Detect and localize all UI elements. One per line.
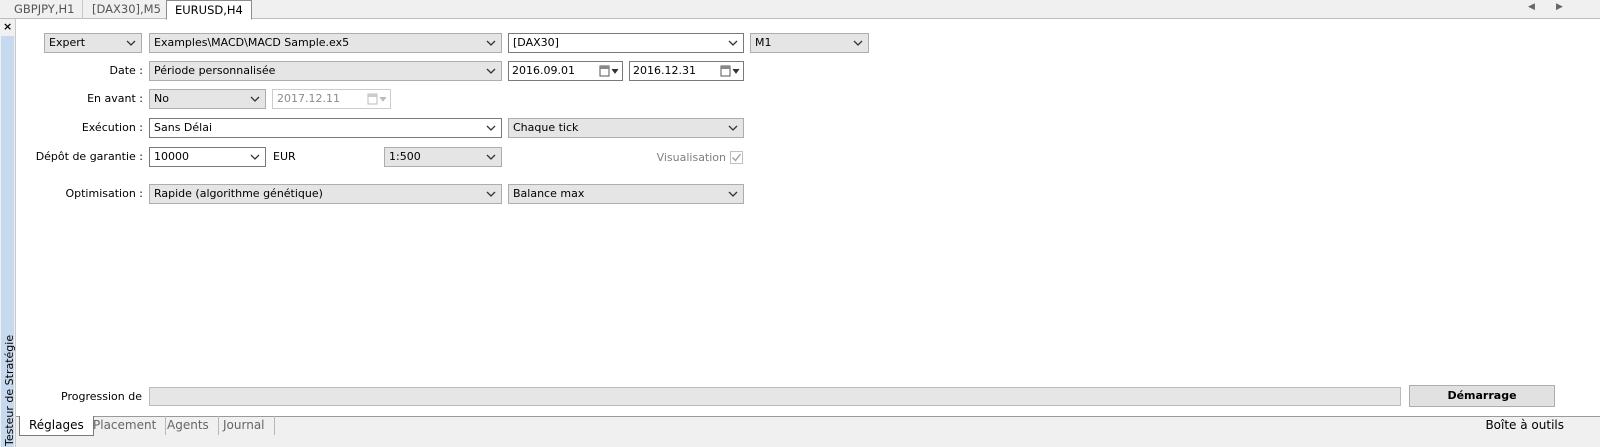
forward-date-field: 2017.12.11 xyxy=(272,89,391,109)
date-period-value: Période personnalisée xyxy=(154,64,276,77)
scroll-left-icon[interactable]: ◀ xyxy=(1528,2,1535,12)
optimisation-method-value: Rapide (algorithme génétique) xyxy=(154,187,323,200)
deposit-amount-select[interactable]: 10000 xyxy=(149,147,266,167)
deposit-amount-value: 10000 xyxy=(154,150,189,163)
tab-journal[interactable]: Journal xyxy=(214,416,275,435)
chart-tab-gbpjpy[interactable]: GBPJPY,H1 xyxy=(6,0,84,19)
chevron-down-icon xyxy=(126,40,136,46)
symbol-value: [DAX30] xyxy=(513,36,559,49)
chart-tab-eurusd[interactable]: EURUSD,H4 xyxy=(166,0,252,20)
tick-model-select[interactable]: Chaque tick xyxy=(508,118,744,138)
panel-title: Testeur de Stratégie xyxy=(3,334,16,446)
calendar-icon[interactable] xyxy=(720,65,740,77)
close-icon[interactable]: × xyxy=(3,21,12,32)
leverage-value: 1:500 xyxy=(389,150,421,163)
calendar-icon xyxy=(367,93,387,105)
chevron-down-icon xyxy=(250,154,260,160)
checkmark-icon xyxy=(732,153,742,162)
optimisation-criterion-value: Balance max xyxy=(513,187,585,200)
date-to-field[interactable]: 2016.12.31 xyxy=(629,61,744,81)
scroll-right-icon[interactable]: ▶ xyxy=(1556,2,1563,12)
progress-label: Progression de xyxy=(61,390,142,403)
program-type-select[interactable]: Expert xyxy=(44,33,142,53)
side-panel-strip: × Testeur de Stratégie xyxy=(0,19,16,447)
optimisation-criterion-select[interactable]: Balance max xyxy=(508,184,744,204)
date-period-select[interactable]: Période personnalisée xyxy=(149,61,502,81)
forward-select[interactable]: No xyxy=(149,89,266,109)
forward-date-value: 2017.12.11 xyxy=(277,92,340,105)
progress-bar xyxy=(149,387,1401,406)
program-type-value: Expert xyxy=(49,36,86,49)
chart-tab-dax30[interactable]: [DAX30],M5 xyxy=(84,0,170,19)
chevron-down-icon xyxy=(728,125,738,131)
chevron-down-icon xyxy=(486,68,496,74)
visualisation-checkbox[interactable] xyxy=(730,151,743,164)
visualisation-label: Visualisation xyxy=(656,151,726,164)
calendar-icon[interactable] xyxy=(599,65,619,77)
timeframe-select[interactable]: M1 xyxy=(750,33,869,53)
expert-value: Examples\MACD\MACD Sample.ex5 xyxy=(154,36,350,49)
optimisation-label: Optimisation : xyxy=(65,187,143,200)
tab-settings[interactable]: Réglages xyxy=(19,416,94,436)
date-label: Date : xyxy=(109,64,144,77)
execution-delay-value: Sans Délai xyxy=(154,121,213,134)
chevron-down-icon xyxy=(486,40,496,46)
timeframe-value: M1 xyxy=(755,36,772,49)
leverage-select[interactable]: 1:500 xyxy=(384,147,502,167)
date-from-field[interactable]: 2016.09.01 xyxy=(508,61,623,81)
deposit-label: Dépôt de garantie : xyxy=(35,150,143,163)
symbol-select[interactable]: [DAX30] xyxy=(508,33,744,53)
date-to-value: 2016.12.31 xyxy=(633,64,696,77)
execution-label: Exécution : xyxy=(81,121,143,134)
date-from-value: 2016.09.01 xyxy=(512,64,575,77)
chevron-down-icon xyxy=(250,96,260,102)
expert-select[interactable]: Examples\MACD\MACD Sample.ex5 xyxy=(149,33,502,53)
start-button[interactable]: Démarrage xyxy=(1409,385,1555,407)
chevron-down-icon xyxy=(728,191,738,197)
chevron-down-icon xyxy=(728,40,738,46)
toolbox-label[interactable]: Boîte à outils xyxy=(1485,418,1564,432)
execution-delay-select[interactable]: Sans Délai xyxy=(149,118,502,138)
tab-placement[interactable]: Placement xyxy=(84,416,167,435)
currency-label: EUR xyxy=(273,150,296,163)
tab-agents[interactable]: Agents xyxy=(158,416,219,435)
optimisation-method-select[interactable]: Rapide (algorithme génétique) xyxy=(149,184,502,204)
chevron-down-icon xyxy=(486,154,496,160)
panel-title-bar: Testeur de Stratégie xyxy=(1,36,16,447)
chevron-down-icon xyxy=(486,125,496,131)
chevron-down-icon xyxy=(853,40,863,46)
chevron-down-icon xyxy=(486,191,496,197)
forward-label: En avant : xyxy=(87,92,143,105)
tick-model-value: Chaque tick xyxy=(513,121,579,134)
forward-value: No xyxy=(154,92,169,105)
